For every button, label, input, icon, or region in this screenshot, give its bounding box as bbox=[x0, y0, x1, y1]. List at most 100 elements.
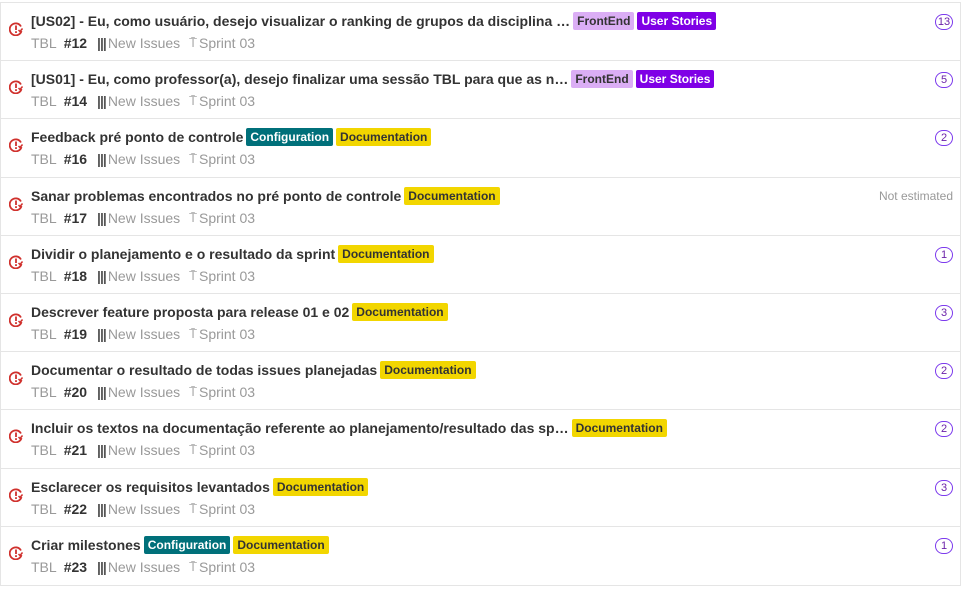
issue-title[interactable]: Documentar o resultado de todas issues p… bbox=[31, 362, 377, 378]
issue-title[interactable]: Criar milestones bbox=[31, 537, 141, 553]
pipeline-name: New Issues bbox=[107, 35, 181, 51]
label-badge[interactable]: User Stories bbox=[637, 12, 717, 30]
milestone-signpost-icon: ⍑ bbox=[189, 558, 197, 574]
issue-title[interactable]: Descrever feature proposta para release … bbox=[31, 304, 349, 320]
issue-alert-clock-icon bbox=[8, 429, 24, 444]
issue-row[interactable]: [US01] - Eu, como professor(a), desejo f… bbox=[1, 61, 960, 120]
project-name: TBL bbox=[31, 35, 57, 51]
issue-title[interactable]: Incluir os textos na documentação refere… bbox=[31, 420, 569, 436]
estimate-badge: 1 bbox=[935, 537, 953, 554]
project-name: TBL bbox=[31, 558, 57, 575]
issue-row[interactable]: Sanar problemas encontrados no pré ponto… bbox=[1, 178, 960, 236]
project-name: TBL bbox=[31, 267, 57, 284]
pipeline-icon: ||| bbox=[97, 267, 107, 284]
issue-alert-clock-icon bbox=[8, 371, 24, 386]
label-badge[interactable]: FrontEnd bbox=[571, 70, 633, 89]
label-badge[interactable]: Documentation bbox=[233, 535, 329, 554]
pipeline-icon: ||| bbox=[97, 35, 107, 51]
issue-number[interactable]: #14 bbox=[64, 93, 87, 109]
label-badge[interactable]: Documentation bbox=[336, 128, 432, 147]
milestone-name: Sprint 03 bbox=[198, 267, 256, 284]
label-badge[interactable]: User Stories bbox=[635, 70, 715, 89]
label-badge[interactable]: Documentation bbox=[380, 361, 476, 380]
issue-row[interactable]: Dividir o planejamento e o resultado da … bbox=[1, 236, 960, 294]
issue-number[interactable]: #12 bbox=[64, 35, 87, 51]
milestone-signpost-icon: ⍑ bbox=[189, 325, 197, 341]
issue-alert-clock-icon bbox=[8, 80, 24, 95]
label-badge[interactable]: FrontEnd bbox=[573, 12, 635, 30]
issue-row[interactable]: Incluir os textos na documentação refere… bbox=[1, 410, 960, 469]
label-badge[interactable]: Documentation bbox=[352, 302, 448, 321]
issue-title[interactable]: Esclarecer os requisitos levantados bbox=[31, 479, 270, 495]
label-badge[interactable]: Configuration bbox=[143, 535, 231, 554]
issue-title[interactable]: [US01] - Eu, como professor(a), desejo f… bbox=[31, 71, 568, 87]
pipeline-name: New Issues bbox=[107, 267, 181, 284]
project-name: TBL bbox=[31, 209, 57, 226]
issue-number[interactable]: #20 bbox=[64, 384, 87, 400]
estimate-badge: 3 bbox=[935, 304, 953, 321]
milestone-signpost-icon: ⍑ bbox=[189, 35, 197, 50]
pipeline-icon: ||| bbox=[97, 151, 107, 168]
issue-title[interactable]: [US02] - Eu, como usuário, desejo visual… bbox=[31, 13, 570, 29]
pipeline-name: New Issues bbox=[107, 500, 181, 517]
estimate-badge: 1 bbox=[935, 246, 953, 263]
issue-list: [US02] - Eu, como usuário, desejo visual… bbox=[0, 2, 961, 586]
milestone-signpost-icon: ⍑ bbox=[189, 442, 197, 458]
issue-number[interactable]: #17 bbox=[64, 210, 87, 226]
pipeline-name: New Issues bbox=[107, 384, 181, 401]
label-badge[interactable]: Documentation bbox=[272, 477, 369, 496]
issue-number[interactable]: #19 bbox=[64, 326, 87, 342]
label-badge[interactable]: Documentation bbox=[338, 244, 434, 263]
label-badge[interactable]: Documentation bbox=[404, 186, 500, 205]
issue-alert-clock-icon bbox=[8, 546, 24, 560]
pipeline-name: New Issues bbox=[107, 93, 181, 110]
issue-number[interactable]: #16 bbox=[64, 151, 87, 167]
label-badge[interactable]: Configuration bbox=[246, 128, 334, 147]
milestone-name: Sprint 03 bbox=[198, 558, 256, 575]
milestone-signpost-icon: ⍑ bbox=[189, 384, 197, 400]
pipeline-icon: ||| bbox=[97, 500, 107, 517]
milestone-name: Sprint 03 bbox=[198, 35, 256, 51]
pipeline-icon: ||| bbox=[97, 93, 107, 110]
project-name: TBL bbox=[31, 384, 57, 401]
estimate-text: Not estimated bbox=[878, 188, 953, 203]
pipeline-icon: ||| bbox=[97, 558, 107, 575]
issue-number[interactable]: #23 bbox=[64, 559, 87, 575]
issue-alert-clock-icon bbox=[8, 255, 24, 270]
milestone-signpost-icon: ⍑ bbox=[189, 267, 197, 283]
issue-number[interactable]: #22 bbox=[64, 501, 87, 517]
issue-alert-clock-icon bbox=[8, 138, 24, 153]
issue-row[interactable]: Feedback pré ponto de controle Configurat… bbox=[1, 119, 960, 178]
label-badge[interactable]: Documentation bbox=[571, 419, 667, 438]
issue-alert-clock-icon bbox=[8, 487, 24, 502]
issue-alert-clock-icon bbox=[8, 22, 24, 37]
issue-row[interactable]: [US02] - Eu, como usuário, desejo visual… bbox=[1, 3, 960, 62]
issue-number[interactable]: #21 bbox=[64, 442, 87, 458]
issue-number[interactable]: #18 bbox=[64, 268, 87, 284]
estimate-badge: 5 bbox=[935, 72, 953, 89]
milestone-signpost-icon: ⍑ bbox=[189, 151, 197, 167]
issue-alert-clock-icon bbox=[8, 197, 24, 211]
issue-row[interactable]: Descrever feature proposta para release … bbox=[1, 294, 960, 353]
milestone-name: Sprint 03 bbox=[198, 500, 256, 517]
milestone-name: Sprint 03 bbox=[198, 325, 256, 342]
issue-title[interactable]: Feedback pré ponto de controle bbox=[31, 129, 243, 145]
issue-row[interactable]: Esclarecer os requisitos levantados Docum… bbox=[1, 469, 960, 527]
pipeline-icon: ||| bbox=[97, 442, 107, 459]
pipeline-icon: ||| bbox=[97, 384, 107, 401]
estimate-badge: 2 bbox=[935, 363, 953, 380]
pipeline-name: New Issues bbox=[107, 442, 181, 459]
project-name: TBL bbox=[31, 325, 57, 342]
issue-title[interactable]: Sanar problemas encontrados no pré ponto… bbox=[31, 188, 401, 204]
issue-alert-clock-icon bbox=[8, 313, 24, 328]
milestone-name: Sprint 03 bbox=[198, 209, 256, 226]
issue-title[interactable]: Dividir o planejamento e o resultado da … bbox=[31, 246, 335, 262]
pipeline-name: New Issues bbox=[107, 325, 181, 342]
milestone-name: Sprint 03 bbox=[198, 384, 256, 401]
pipeline-name: New Issues bbox=[107, 151, 181, 168]
issue-row[interactable]: Criar milestones Configuration Documentati… bbox=[1, 527, 960, 585]
project-name: TBL bbox=[31, 93, 57, 110]
pipeline-icon: ||| bbox=[97, 325, 107, 342]
issue-row[interactable]: Documentar o resultado de todas issues p… bbox=[1, 352, 960, 411]
pipeline-icon: ||| bbox=[97, 209, 107, 226]
